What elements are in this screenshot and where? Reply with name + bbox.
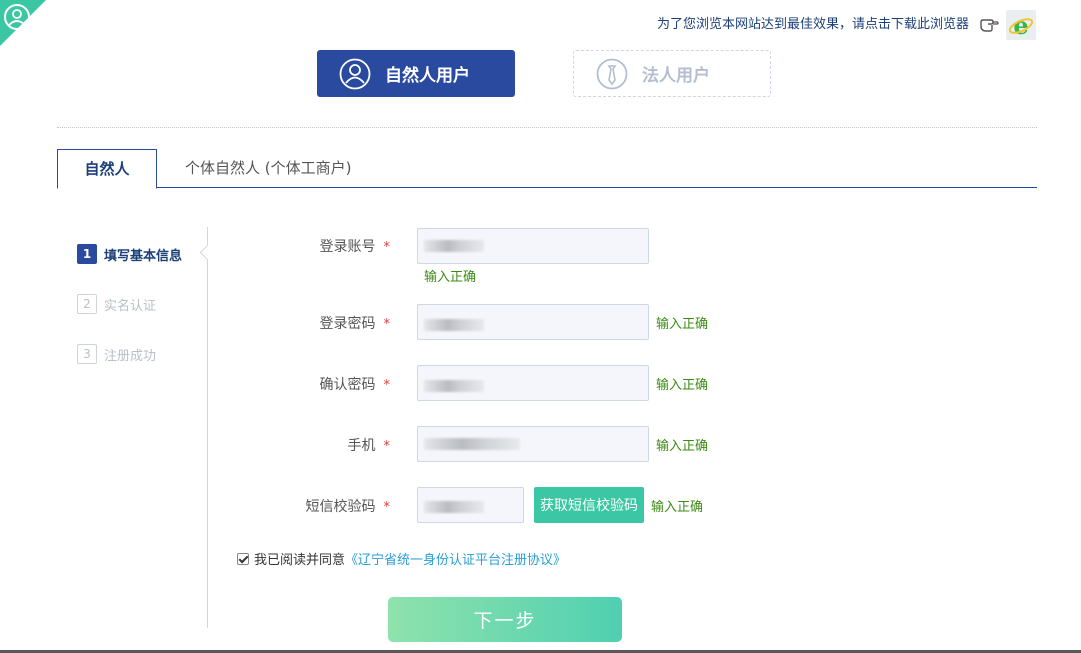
phone-label: 手机 * xyxy=(347,438,391,454)
user-type-label: 法人用户 xyxy=(642,66,710,86)
tab-individual-business[interactable]: 个体自然人 (个体工商户) xyxy=(185,149,351,188)
agreement-prefix: 我已阅读并同意 xyxy=(254,553,346,568)
step-number: 3 xyxy=(77,344,97,364)
step-indicator: 1 填写基本信息 2 实名认证 3 注册成功 xyxy=(57,227,216,628)
step-number: 1 xyxy=(77,244,97,264)
tab-bar: 自然人 个体自然人 (个体工商户) xyxy=(57,149,1037,189)
password-input[interactable] xyxy=(417,304,649,340)
agreement-checkbox[interactable] xyxy=(237,552,249,565)
natural-person-user-button[interactable]: 自然人用户 xyxy=(317,50,515,97)
step-label: 注册成功 xyxy=(104,348,157,364)
step-fill-basic-info: 1 填写基本信息 xyxy=(77,243,182,265)
step-register-success: 3 注册成功 xyxy=(77,343,156,365)
confirm-password-input[interactable] xyxy=(417,365,649,401)
next-step-button[interactable]: 下一步 xyxy=(388,597,622,642)
browser-tip-text: 为了您浏览本网站达到最佳效果，请点击下载此浏览器 xyxy=(656,17,969,32)
get-sms-code-button[interactable]: 获取短信校验码 xyxy=(534,487,644,523)
step-real-name-auth: 2 实名认证 xyxy=(77,293,156,315)
pointing-hand-icon xyxy=(978,14,1000,36)
masked-value xyxy=(424,438,520,450)
password-label: 登录密码 * xyxy=(319,316,391,332)
sms-code-input[interactable] xyxy=(417,487,524,523)
divider xyxy=(57,127,1037,128)
confirm-password-valid-text: 输入正确 xyxy=(656,378,709,393)
phone-input[interactable] xyxy=(417,426,649,462)
step-number: 2 xyxy=(77,294,97,314)
account-input[interactable] xyxy=(417,228,649,264)
step-label: 填写基本信息 xyxy=(104,248,183,264)
confirm-password-label: 确认密码 * xyxy=(319,377,391,393)
masked-value xyxy=(424,240,484,252)
legal-person-user-button[interactable]: 法人用户 xyxy=(573,50,771,97)
masked-value xyxy=(424,501,484,513)
agreement-row: 我已阅读并同意 《辽宁省统一身份认证平台注册协议》 xyxy=(237,549,566,568)
tab-natural-person[interactable]: 自然人 xyxy=(57,149,157,189)
svg-text:e: e xyxy=(1013,11,1028,40)
password-valid-text: 输入正确 xyxy=(656,317,709,332)
corner-user-badge-icon xyxy=(0,0,46,46)
user-type-label: 自然人用户 xyxy=(385,66,470,86)
person-icon xyxy=(339,58,371,89)
ie-browser-icon[interactable]: e xyxy=(1006,10,1036,40)
step-label: 实名认证 xyxy=(104,298,157,314)
phone-valid-text: 输入正确 xyxy=(656,439,709,454)
account-valid-text: 输入正确 xyxy=(424,270,477,285)
agreement-link[interactable]: 《辽宁省统一身份认证平台注册协议》 xyxy=(345,549,566,568)
masked-value xyxy=(424,380,484,392)
sms-code-valid-text: 输入正确 xyxy=(651,500,704,515)
sms-code-label: 短信校验码 * xyxy=(305,499,391,515)
account-label: 登录账号 * xyxy=(319,239,391,255)
necktie-icon xyxy=(596,58,628,89)
masked-value xyxy=(424,319,484,331)
